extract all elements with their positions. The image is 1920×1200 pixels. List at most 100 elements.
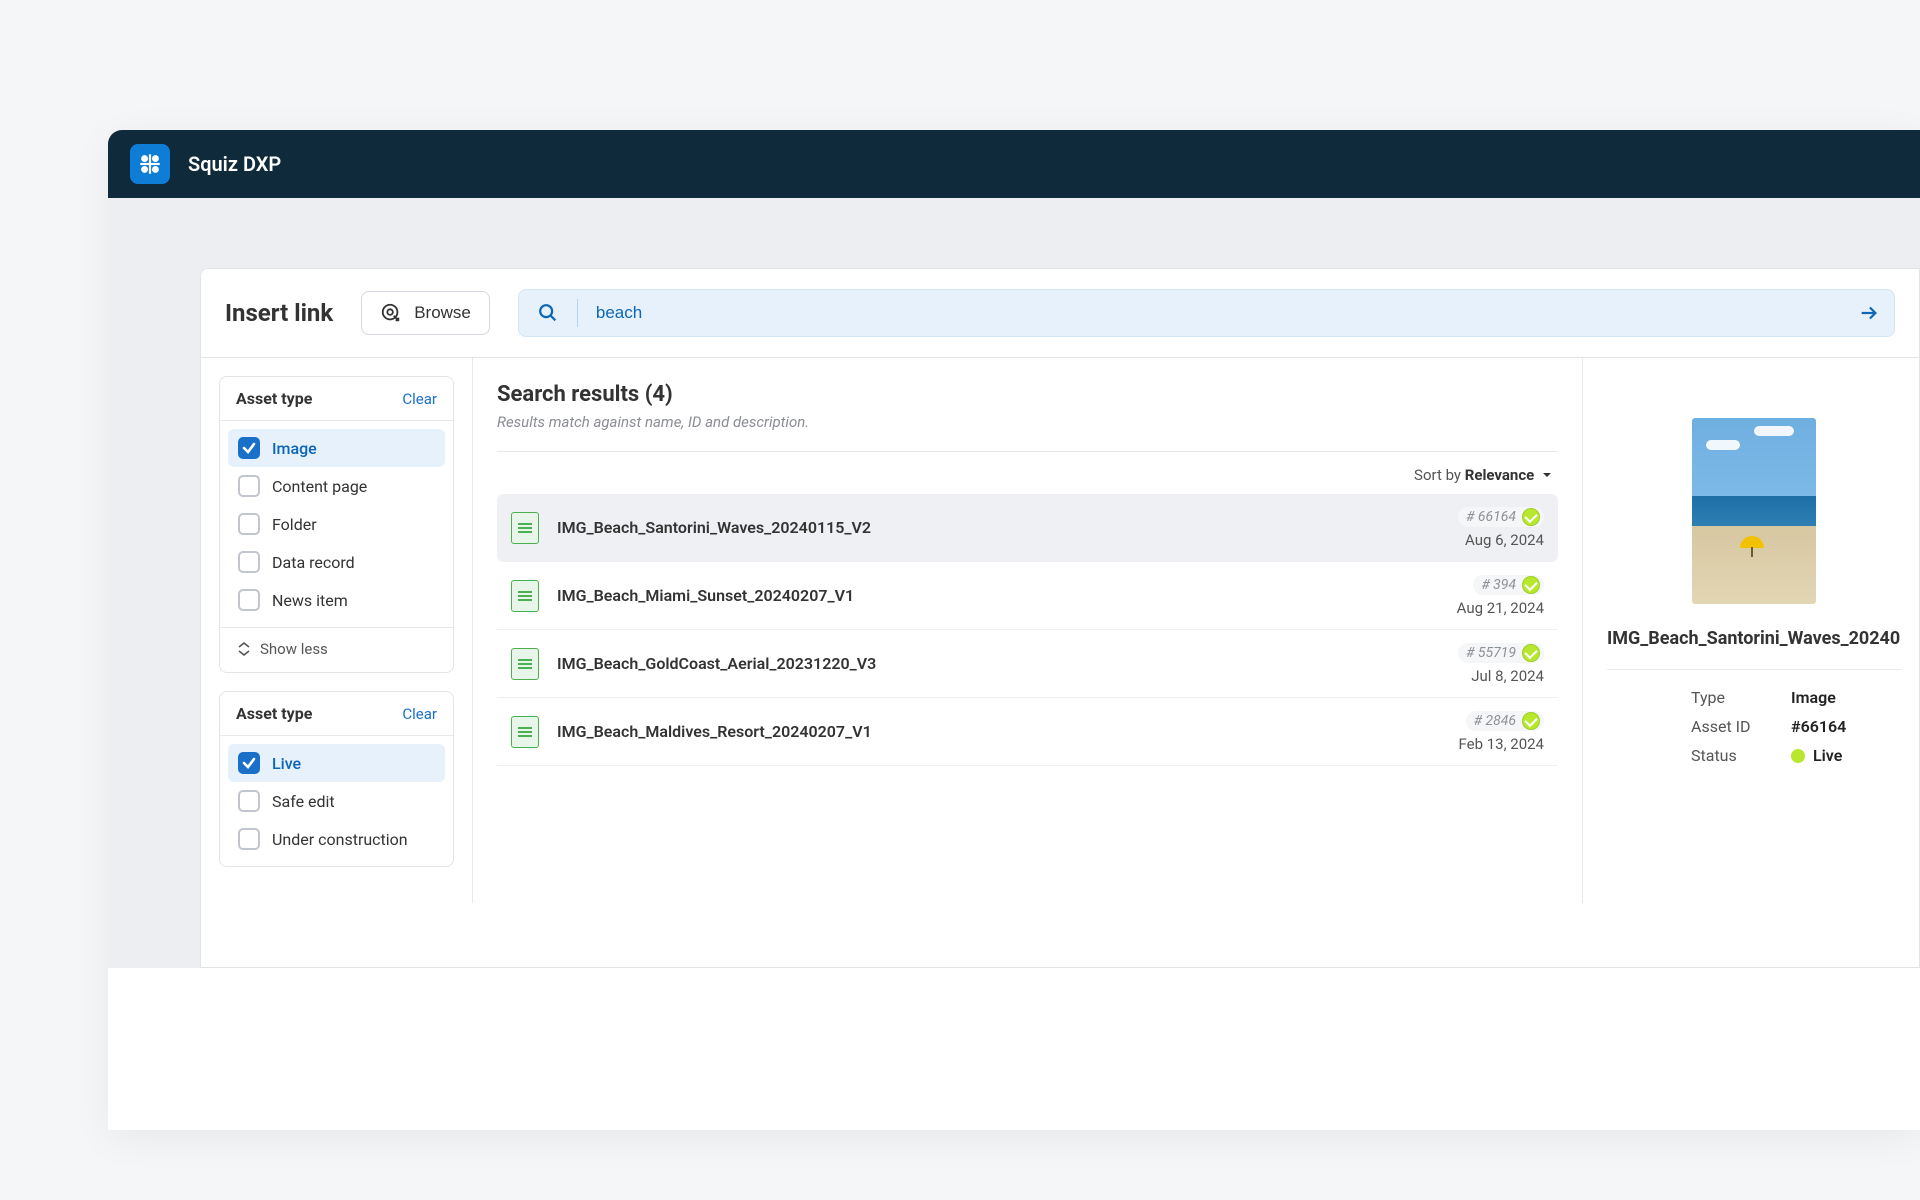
asset-file-icon bbox=[511, 512, 539, 544]
filter-label: Content page bbox=[272, 477, 367, 496]
filter-item[interactable]: Image bbox=[228, 429, 445, 467]
filter-item[interactable]: Data record bbox=[228, 543, 445, 581]
checkbox-icon bbox=[238, 828, 260, 850]
show-less-label: Show less bbox=[260, 640, 328, 658]
detail-status-value: Live bbox=[1791, 746, 1842, 765]
filter-label: Data record bbox=[272, 553, 355, 572]
checkbox-icon bbox=[238, 589, 260, 611]
filter-items: Image Content page Folder Data record News i… bbox=[220, 421, 453, 627]
checkbox-icon bbox=[238, 513, 260, 535]
detail-status-label: Status bbox=[1691, 746, 1763, 765]
filter-item[interactable]: Live bbox=[228, 744, 445, 782]
filter-header: Asset type Clear bbox=[220, 377, 453, 421]
search-divider bbox=[577, 299, 578, 327]
filter-item[interactable]: News item bbox=[228, 581, 445, 619]
checkbox-icon bbox=[238, 752, 260, 774]
asset-preview-thumbnail bbox=[1692, 418, 1816, 604]
checkbox-icon bbox=[238, 437, 260, 459]
collapse-icon bbox=[238, 642, 250, 656]
result-row[interactable]: IMG_Beach_Santorini_Waves_20240115_V2 # … bbox=[497, 494, 1558, 562]
filter-label: News item bbox=[272, 591, 348, 610]
result-id: # 2846 bbox=[1466, 711, 1544, 731]
filter-card: Asset type Clear Live Safe edit Under constr… bbox=[219, 691, 454, 867]
result-meta: # 55719 Jul 8, 2024 bbox=[1458, 642, 1544, 685]
results-hint: Results match against name, ID and descr… bbox=[497, 413, 1558, 452]
asset-file-icon bbox=[511, 648, 539, 680]
insert-link-dialog: Insert link Browse Asset type Clear Image C… bbox=[200, 268, 1920, 968]
sort-value: Relevance bbox=[1465, 466, 1535, 484]
detail-type-value: Image bbox=[1791, 688, 1836, 707]
status-live-icon bbox=[1522, 712, 1540, 730]
filter-label: Safe edit bbox=[272, 792, 335, 811]
result-date: Jul 8, 2024 bbox=[1458, 667, 1544, 685]
result-id: # 66164 bbox=[1458, 507, 1544, 527]
filter-label: Image bbox=[272, 439, 317, 458]
filter-label: Folder bbox=[272, 515, 317, 534]
show-less-button[interactable]: Show less bbox=[220, 627, 453, 672]
search-field[interactable] bbox=[518, 289, 1895, 337]
result-id: # 55719 bbox=[1458, 643, 1544, 663]
content-shell: Insert link Browse Asset type Clear Image C… bbox=[108, 198, 1920, 968]
results-title: Search results (4) bbox=[497, 382, 1558, 407]
result-id: # 394 bbox=[1473, 575, 1544, 595]
results-panel: Search results (4) Results match against… bbox=[473, 358, 1583, 903]
result-date: Aug 21, 2024 bbox=[1457, 599, 1544, 617]
search-input[interactable] bbox=[596, 303, 1858, 323]
app-title: Squiz DXP bbox=[188, 152, 281, 176]
filter-item[interactable]: Safe edit bbox=[228, 782, 445, 820]
filter-title: Asset type bbox=[236, 389, 312, 408]
status-live-icon bbox=[1522, 644, 1540, 662]
dialog-body: Asset type Clear Image Content page Folder Da… bbox=[201, 358, 1919, 903]
sort-label: Sort by bbox=[1414, 466, 1465, 484]
target-icon bbox=[380, 302, 402, 324]
filter-clear-button[interactable]: Clear bbox=[402, 390, 437, 408]
filter-item[interactable]: Folder bbox=[228, 505, 445, 543]
browse-button[interactable]: Browse bbox=[361, 291, 490, 335]
result-meta: # 2846 Feb 13, 2024 bbox=[1459, 710, 1545, 753]
result-meta: # 394 Aug 21, 2024 bbox=[1457, 574, 1544, 617]
app-window: Squiz DXP Insert link Browse bbox=[108, 130, 1920, 1130]
detail-assetid-value: #66164 bbox=[1791, 717, 1846, 736]
result-meta: # 66164 Aug 6, 2024 bbox=[1458, 506, 1544, 549]
search-icon bbox=[537, 302, 559, 324]
squiz-logo bbox=[130, 144, 170, 184]
search-submit-button[interactable] bbox=[1858, 302, 1880, 324]
filter-item[interactable]: Content page bbox=[228, 467, 445, 505]
arrow-right-icon bbox=[1858, 302, 1880, 324]
checkbox-icon bbox=[238, 551, 260, 573]
filter-clear-button[interactable]: Clear bbox=[402, 705, 437, 723]
result-row[interactable]: IMG_Beach_Maldives_Resort_20240207_V1 # … bbox=[497, 698, 1558, 766]
asset-file-icon bbox=[511, 580, 539, 612]
result-date: Aug 6, 2024 bbox=[1458, 531, 1544, 549]
filter-item[interactable]: Under construction bbox=[228, 820, 445, 858]
dialog-title: Insert link bbox=[225, 299, 333, 327]
filter-items: Live Safe edit Under construction bbox=[220, 736, 453, 866]
detail-type-label: Type bbox=[1691, 688, 1763, 707]
filter-header: Asset type Clear bbox=[220, 692, 453, 736]
result-name: IMG_Beach_Santorini_Waves_20240115_V2 bbox=[557, 518, 1440, 537]
detail-assetid-label: Asset ID bbox=[1691, 717, 1763, 736]
status-live-icon bbox=[1791, 749, 1805, 763]
filter-label: Under construction bbox=[272, 830, 408, 849]
detail-meta: Type Image Asset ID #66164 Status Live bbox=[1607, 688, 1901, 765]
asset-file-icon bbox=[511, 716, 539, 748]
dialog-header: Insert link Browse bbox=[201, 269, 1919, 358]
sort-control[interactable]: Sort by Relevance bbox=[497, 452, 1558, 494]
result-row[interactable]: IMG_Beach_Miami_Sunset_20240207_V1 # 394… bbox=[497, 562, 1558, 630]
result-name: IMG_Beach_Miami_Sunset_20240207_V1 bbox=[557, 586, 1439, 605]
result-name: IMG_Beach_GoldCoast_Aerial_20231220_V3 bbox=[557, 654, 1440, 673]
status-live-icon bbox=[1522, 508, 1540, 526]
result-date: Feb 13, 2024 bbox=[1459, 735, 1545, 753]
status-live-icon bbox=[1522, 576, 1540, 594]
filter-label: Live bbox=[272, 754, 301, 773]
browse-label: Browse bbox=[414, 303, 471, 323]
results-list: IMG_Beach_Santorini_Waves_20240115_V2 # … bbox=[497, 494, 1558, 766]
filter-title: Asset type bbox=[236, 704, 312, 723]
chevron-down-icon bbox=[1542, 466, 1552, 484]
detail-asset-name: IMG_Beach_Santorini_Waves_20240115_ bbox=[1607, 628, 1901, 670]
checkbox-icon bbox=[238, 475, 260, 497]
filter-sidebar: Asset type Clear Image Content page Folder Da… bbox=[201, 358, 473, 903]
filter-card: Asset type Clear Image Content page Folder Da… bbox=[219, 376, 454, 673]
result-name: IMG_Beach_Maldives_Resort_20240207_V1 bbox=[557, 722, 1441, 741]
result-row[interactable]: IMG_Beach_GoldCoast_Aerial_20231220_V3 #… bbox=[497, 630, 1558, 698]
